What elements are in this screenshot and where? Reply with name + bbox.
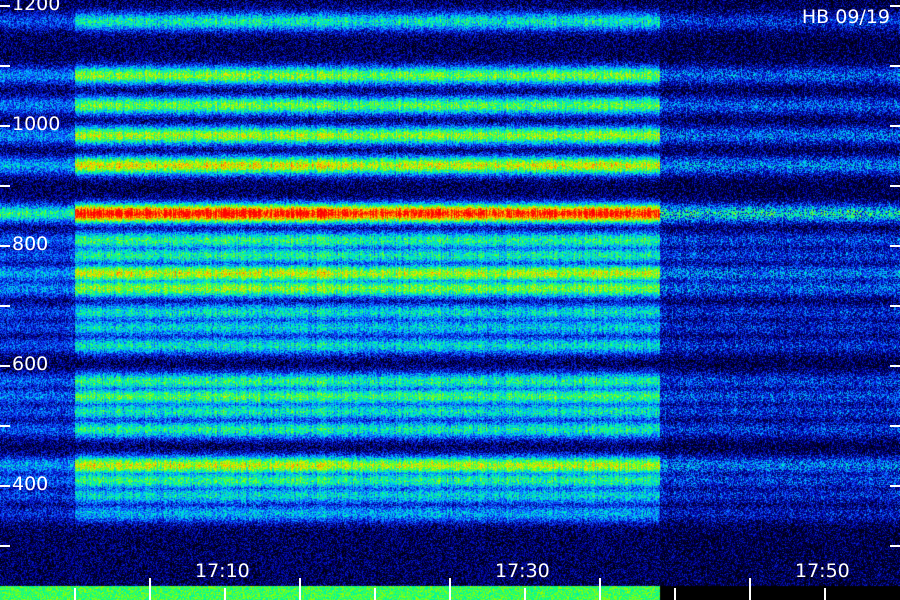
y-tick-label: 800	[12, 233, 49, 255]
y-tick-label: 400	[12, 473, 49, 495]
x-tick-label: 17:10	[195, 560, 250, 582]
y-tick-label: 1200	[12, 0, 61, 15]
y-tick-label: 600	[12, 353, 49, 375]
axis-tick-layer	[0, 5, 900, 600]
x-tick-label: 17:50	[795, 560, 850, 582]
spectrogram-chart: HB 09/19 1200 1000 800 600 400 17:10 17:30 17:…	[0, 0, 900, 600]
chart-annotation: HB 09/19	[801, 6, 890, 28]
y-tick-label: 1000	[12, 113, 61, 135]
x-tick-label: 17:30	[495, 560, 550, 582]
